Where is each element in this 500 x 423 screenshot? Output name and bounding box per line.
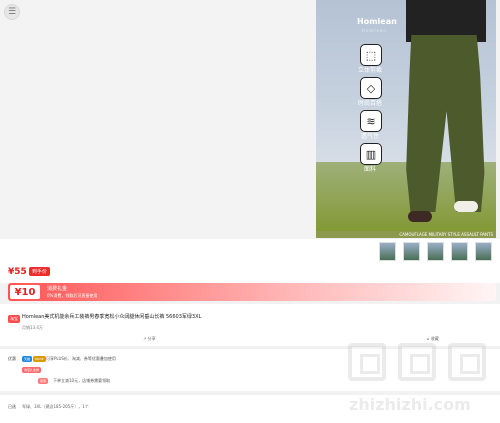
promotion-label: 优惠 — [8, 356, 16, 361]
coupon-banner[interactable]: ¥10 消费礼金 0%消费，领取后可直接使用 — [8, 283, 496, 301]
hero-area: ☰ Homlean Homlean ⬚ 立体剪裁 ◇ 时尚百搭 ≋ 透气性 ▥ … — [0, 0, 500, 238]
product-caption: CAMOUFLAGE MILITARY STYLE ASSAULT PANTS — [316, 231, 496, 238]
coupon-amount: ¥10 — [10, 285, 40, 299]
price-row: ¥55 到手价 — [0, 263, 500, 283]
thumbnail-5[interactable] — [475, 242, 492, 261]
product-title: Homlean美式机能余兵工装裤男春季宽松小众阔腿休闲垂山长裤 56603军绿3… — [22, 314, 202, 320]
box-icon: ⬚ — [360, 44, 382, 66]
promotion-text-2: 下单立减10元，店铺券需要领取 — [53, 378, 111, 383]
use-chip[interactable]: 使用 — [38, 378, 49, 384]
share-label: 分享 — [147, 336, 156, 341]
vip-chip: 88VIP — [33, 356, 46, 362]
promotion-text-1: 可享PLUS价、淘减、券等优惠叠加使用 — [46, 356, 116, 361]
gift-chip: 淘宝礼金券 — [22, 367, 42, 373]
feature-label-4: 面料 — [363, 166, 376, 173]
thumbnail-2[interactable] — [403, 242, 420, 261]
thumbnail-3[interactable] — [427, 242, 444, 261]
promotion-card: 优惠 天猫 88VIP 可享PLUS价、淘减、券等优惠叠加使用 淘宝礼金券 使用… — [0, 349, 500, 391]
feature-label-2: 时尚百搭 — [357, 100, 382, 107]
pants-shape — [406, 35, 485, 212]
collect-button[interactable]: ⌂ 收藏 — [427, 336, 439, 342]
right-shoe — [454, 201, 478, 212]
left-shoe — [408, 211, 432, 222]
wind-icon: ≋ — [360, 110, 382, 132]
tmall-chip: 天猫 — [22, 356, 33, 362]
brand-subtitle: Homlean — [362, 28, 387, 33]
feature-label-1: 立体剪裁 — [357, 67, 382, 74]
hamburger-icon[interactable]: ☰ — [4, 4, 20, 20]
fabric-icon: ▥ — [360, 143, 382, 165]
thumbnail-4[interactable] — [451, 242, 468, 261]
coupon-title: 消费礼金 — [47, 286, 68, 292]
collect-label: 收藏 — [430, 336, 439, 341]
brand-name: Homlean — [357, 17, 397, 26]
product-image: Homlean Homlean ⬚ 立体剪裁 ◇ 时尚百搭 ≋ 透气性 ▥ 面料… — [316, 0, 496, 238]
price-tag: 到手价 — [29, 267, 51, 276]
gem-icon: ◇ — [360, 77, 382, 99]
spec-label: 已选 — [8, 404, 16, 409]
thumbnail-strip — [0, 239, 500, 263]
thumbnail-1[interactable] — [379, 242, 396, 261]
spec-text: 军绿、3XL（建议185-205斤），1个 — [22, 404, 89, 409]
sales-count: 月销13.4万 — [22, 325, 43, 330]
share-button[interactable]: ↗ 分享 — [143, 336, 156, 342]
product-card: 淘宝 Homlean美式机能余兵工装裤男春季宽松小众阔腿休闲垂山长裤 56603… — [0, 304, 500, 346]
price-value: ¥55 — [8, 267, 27, 277]
spec-card[interactable]: 已选 军绿、3XL（建议185-205斤），1个 — [0, 395, 500, 423]
coupon-subtitle: 0%消费，领取后可直接使用 — [47, 293, 98, 298]
store-badge: 淘宝 — [8, 315, 20, 323]
feature-label-3: 透气性 — [360, 133, 379, 140]
